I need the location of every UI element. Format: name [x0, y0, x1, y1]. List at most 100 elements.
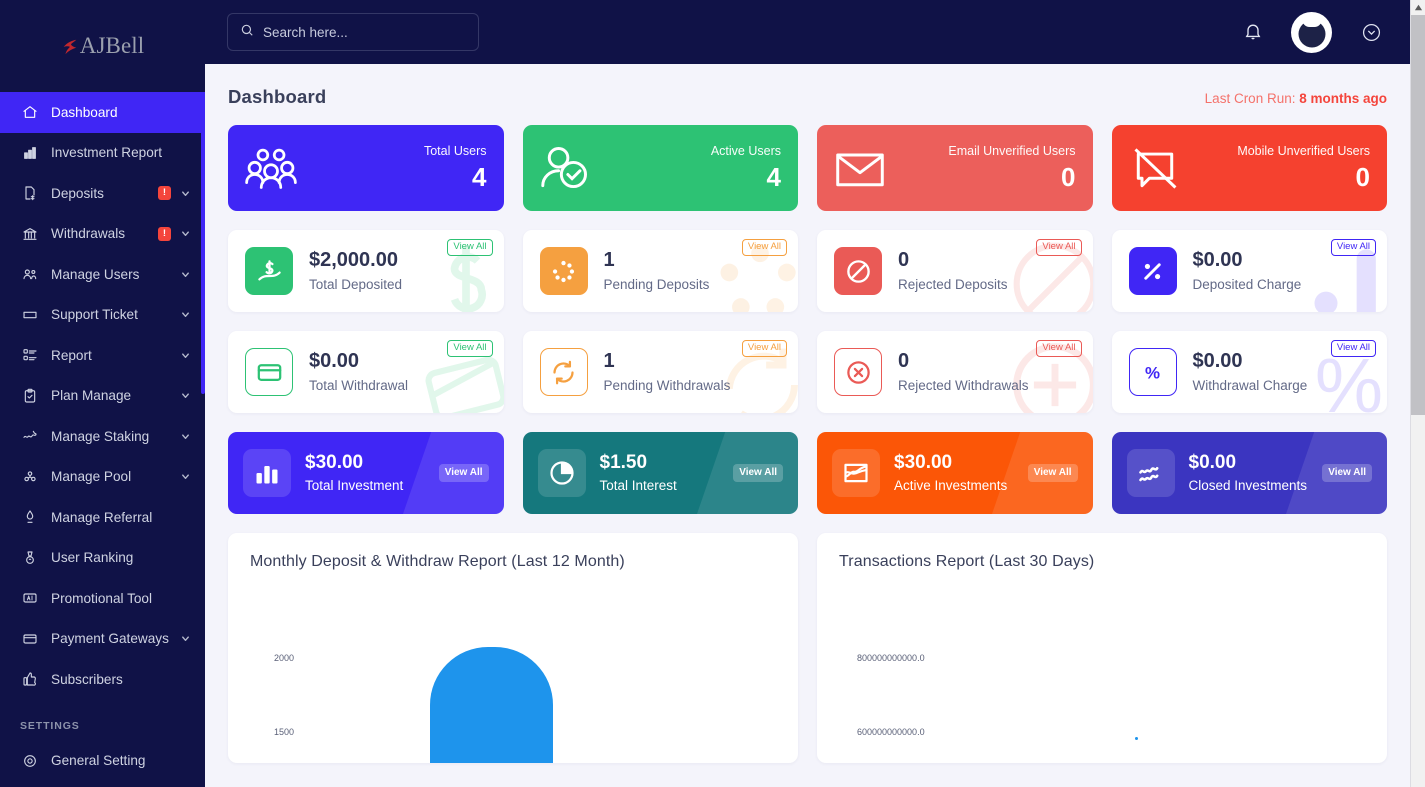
page-header: Dashboard Last Cron Run: 8 months ago: [228, 86, 1387, 108]
sidebar-item-manage-staking[interactable]: Manage Staking: [0, 416, 205, 457]
sidebar-item-manage-referral[interactable]: Manage Referral: [0, 497, 205, 538]
investment-card-caption: Total Investment: [305, 478, 404, 493]
chart-title: Monthly Deposit & Withdraw Report (Last …: [250, 553, 625, 570]
sidebar-item-support-ticket[interactable]: Support Ticket: [0, 295, 205, 336]
info-card-total-deposited[interactable]: $2,000.00 Total Deposited View All: [228, 230, 504, 312]
info-card-total-withdrawal[interactable]: $0.00 Total Withdrawal View All: [228, 331, 504, 413]
svg-text:%: %: [1145, 363, 1160, 382]
sidebar-item-general-setting[interactable]: General Setting: [0, 741, 205, 782]
view-all-link[interactable]: View All: [741, 239, 787, 256]
avatar[interactable]: [1293, 13, 1330, 51]
transactions-report-chart: Transactions Report (Last 30 Days) 80000…: [817, 533, 1387, 763]
chevron-down-icon[interactable]: [180, 228, 191, 239]
chevron-down-icon[interactable]: [180, 390, 191, 401]
sidebar-nav: Dashboard Investment Report Deposits! Withd…: [0, 92, 205, 700]
sidebar-item-withdrawals[interactable]: Withdrawals!: [0, 214, 205, 255]
page-scrollbar-thumb[interactable]: [1411, 15, 1425, 415]
line-chart-icon: [1126, 449, 1175, 497]
chevron-down-icon[interactable]: [180, 188, 191, 199]
view-all-link[interactable]: View All: [1322, 464, 1372, 482]
group-users-icon: [245, 144, 297, 192]
credit-card-icon: [245, 348, 293, 396]
stat-card-value: 0: [1061, 162, 1076, 192]
stat-card-active-users[interactable]: Active Users 4: [522, 125, 798, 211]
info-card-pending-deposits[interactable]: 1 Pending Deposits View All: [522, 230, 798, 312]
search-box[interactable]: [227, 13, 479, 51]
search-icon: [240, 23, 254, 42]
spinner-icon: [539, 247, 588, 295]
bank-icon: [20, 224, 40, 244]
brand-logo[interactable]: AJBell: [0, 0, 205, 92]
investment-card-amount: $1.50: [599, 452, 648, 473]
info-card-rejected-withdrawals[interactable]: 0 Rejected Withdrawals View All: [817, 331, 1093, 413]
cron-status: Last Cron Run: 8 months ago: [1205, 91, 1387, 106]
view-all-link[interactable]: View All: [1036, 239, 1082, 256]
referral-icon: [20, 507, 40, 527]
chevron-down-icon[interactable]: [180, 633, 191, 644]
info-card-caption: Total Withdrawal: [309, 378, 409, 393]
info-card-pending-withdrawals[interactable]: 1 Pending Withdrawals View All: [522, 331, 798, 413]
sidebar-item-label: Investment Report: [51, 145, 163, 161]
stat-card-mobile-unverified-users[interactable]: Mobile Unverified Users 0: [1111, 125, 1387, 211]
sidebar-item-payment-gateways[interactable]: Payment Gateways: [0, 619, 205, 660]
scatter-chart-plot: 800000000000.0 600000000000.0 4000000000…: [839, 589, 1365, 763]
monthly-deposit-withdraw-chart: Monthly Deposit & Withdraw Report (Last …: [228, 533, 798, 763]
chevron-down-icon[interactable]: [180, 471, 191, 482]
view-all-link[interactable]: View All: [447, 239, 493, 256]
info-card-deposited-charge[interactable]: $0.00 Deposited Charge View All: [1111, 230, 1387, 312]
search-input[interactable]: [263, 24, 466, 40]
investment-card-closed-investments[interactable]: $0.00 Closed Investments View All: [1111, 432, 1387, 514]
stat-card-label: Total Users: [423, 144, 487, 158]
info-card-caption: Pending Deposits: [603, 277, 710, 292]
info-card-rejected-deposits[interactable]: 0 Rejected Deposits View All: [817, 230, 1093, 312]
sidebar-item-dashboard[interactable]: Dashboard: [0, 92, 205, 133]
view-all-link[interactable]: View All: [741, 340, 787, 357]
bar-chart-plot: 2000 1500 1000: [250, 589, 776, 763]
sidebar-item-label: Payment Gateways: [51, 631, 169, 647]
sidebar-item-manage-users[interactable]: Manage Users: [0, 254, 205, 295]
investment-card-caption: Closed Investments: [1188, 478, 1308, 493]
chevron-down-icon[interactable]: [180, 269, 191, 280]
view-all-link[interactable]: View All: [1027, 464, 1078, 482]
info-card-caption: Rejected Withdrawals: [898, 378, 1029, 393]
sidebar-item-plan-manage[interactable]: Plan Manage: [0, 376, 205, 417]
sidebar-item-investment-report[interactable]: Investment Report: [0, 133, 205, 174]
sidebar-item-subscribers[interactable]: Subscribers: [0, 659, 205, 700]
sidebar-item-manage-pool[interactable]: Manage Pool: [0, 457, 205, 498]
sidebar-item-label: Manage Referral: [51, 509, 153, 525]
stat-card-email-unverified-users[interactable]: Email Unverified Users 0: [817, 125, 1093, 211]
view-all-link[interactable]: View All: [733, 464, 783, 482]
user-check-icon: [540, 144, 592, 192]
bar-chart-icon: [20, 143, 40, 163]
view-all-link[interactable]: View All: [1330, 340, 1376, 357]
stat-card-total-users[interactable]: Total Users 4: [228, 125, 504, 211]
view-all-link[interactable]: View All: [447, 340, 493, 357]
chevron-down-icon[interactable]: [180, 309, 191, 320]
view-all-link[interactable]: View All: [1330, 239, 1376, 256]
chart-title: Transactions Report (Last 30 Days): [839, 553, 1095, 570]
sidebar-item-promotional-tool[interactable]: Promotional Tool: [0, 578, 205, 619]
info-card-amount: 0: [898, 350, 910, 372]
scroll-up-arrow-icon[interactable]: [1413, 1, 1424, 14]
investment-card-total-investment[interactable]: $30.00 Total Investment View All: [228, 432, 504, 514]
sidebar-item-report[interactable]: Report: [0, 335, 205, 376]
chevron-down-circle-icon[interactable]: [1362, 23, 1381, 42]
view-all-link[interactable]: View All: [438, 464, 489, 482]
investment-card-total-interest[interactable]: $1.50 Total Interest View All: [522, 432, 798, 514]
bell-icon[interactable]: [1243, 21, 1265, 43]
chevron-down-icon[interactable]: [180, 350, 191, 361]
pie-chart-icon: [537, 449, 586, 497]
view-all-link[interactable]: View All: [1036, 340, 1082, 357]
chevron-down-icon[interactable]: [180, 431, 191, 442]
investment-card-active-investments[interactable]: $30.00 Active Investments View All: [817, 432, 1093, 514]
sidebar-item-user-ranking[interactable]: User Ranking: [0, 538, 205, 579]
clipboard-icon: [20, 386, 40, 406]
wave-icon: [20, 426, 40, 446]
sidebar-item-label: Subscribers: [51, 671, 123, 687]
sidebar-item-label: Promotional Tool: [51, 590, 153, 606]
sidebar-item-deposits[interactable]: Deposits!: [0, 173, 205, 214]
page-scrollbar[interactable]: [1410, 0, 1425, 787]
info-card-caption: Pending Withdrawals: [603, 378, 731, 393]
info-card-amount: 1: [603, 350, 615, 372]
info-card-withdrawal-charge[interactable]: % $0.00 Withdrawal Charge View All%: [1111, 331, 1387, 413]
